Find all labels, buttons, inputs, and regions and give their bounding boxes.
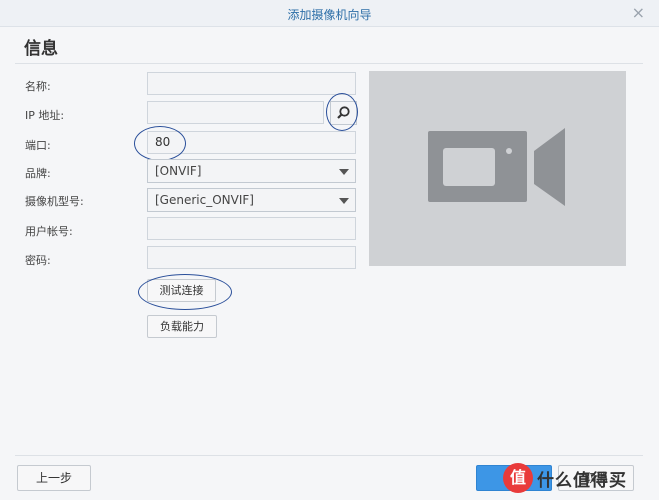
username-input[interactable] [147, 217, 356, 240]
section-title: 信息 [24, 39, 58, 59]
annotation-circle-search [326, 93, 358, 131]
watermark-logo: 值 什么值得买 [503, 462, 655, 496]
close-icon[interactable]: × [632, 3, 645, 22]
name-input[interactable] [147, 72, 356, 95]
previous-button[interactable]: 上一步 [17, 465, 91, 491]
name-label: 名称: [25, 80, 51, 93]
watermark-text: 什么值得买 [537, 471, 627, 491]
window-title: 添加摄像机向导 [287, 8, 372, 22]
model-value: [Generic_ONVIF] [155, 193, 254, 207]
ip-input[interactable] [147, 101, 324, 124]
brand-label: 品牌: [25, 167, 51, 180]
model-select[interactable]: [Generic_ONVIF] [147, 188, 356, 212]
chevron-down-icon [339, 169, 349, 175]
annotation-circle-test [138, 274, 232, 310]
brand-select[interactable]: [ONVIF] [147, 159, 356, 183]
annotation-circle-port [134, 126, 186, 161]
username-label: 用户帐号: [25, 225, 73, 238]
title-bar: 添加摄像机向导 × [0, 0, 659, 27]
camera-preview [369, 71, 626, 266]
brand-value: [ONVIF] [155, 164, 202, 178]
footer-divider [15, 455, 643, 456]
model-label: 摄像机型号: [25, 195, 84, 208]
password-input[interactable] [147, 246, 356, 269]
video-camera-icon [428, 128, 565, 206]
watermark-circle: 值 [503, 463, 533, 493]
header-divider [15, 63, 643, 64]
load-capability-button[interactable]: 负载能力 [147, 315, 217, 338]
password-label: 密码: [25, 254, 51, 267]
ip-label: IP 地址: [25, 109, 65, 122]
chevron-down-icon [339, 198, 349, 204]
port-label: 端口: [25, 139, 51, 152]
